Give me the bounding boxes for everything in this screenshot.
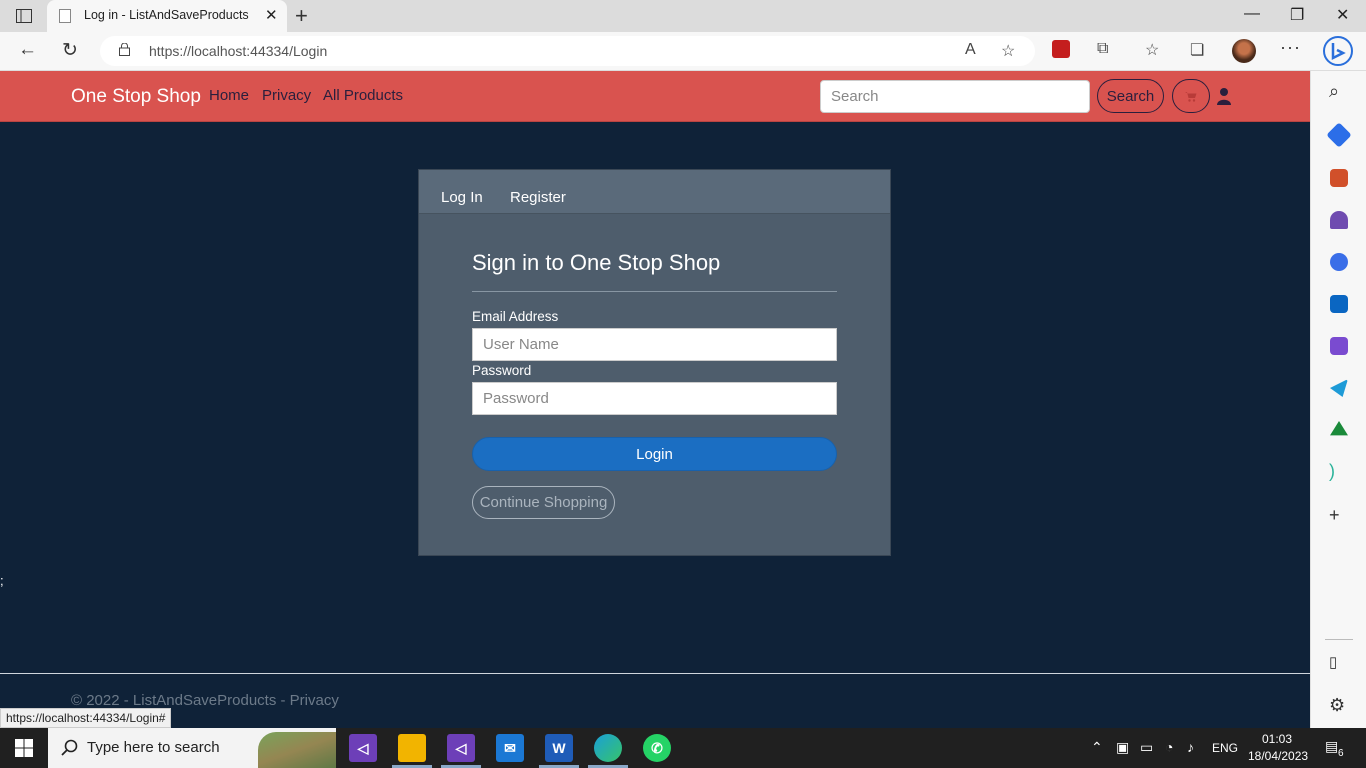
nav-home[interactable]: Home bbox=[209, 87, 249, 104]
lock-icon[interactable] bbox=[119, 43, 130, 56]
taskbar-search-text: Type here to search bbox=[87, 739, 220, 756]
password-field[interactable] bbox=[472, 382, 837, 415]
tab-actions-icon[interactable] bbox=[14, 7, 34, 25]
tab-login[interactable]: Log In bbox=[441, 189, 483, 206]
language-indicator[interactable]: ENG bbox=[1212, 741, 1238, 755]
tools-icon[interactable] bbox=[1330, 169, 1348, 187]
volume-icon[interactable]: ♪ bbox=[1187, 739, 1194, 755]
address-bar[interactable]: https://localhost:44334/Login A ☆ bbox=[100, 36, 1035, 66]
hide-sidebar-icon[interactable]: ▯ bbox=[1329, 653, 1337, 671]
sound-wave-icon[interactable]: ) bbox=[1329, 461, 1335, 482]
page-favicon-icon bbox=[59, 9, 71, 23]
new-tab-icon[interactable]: + bbox=[295, 3, 308, 29]
tray-overflow-icon[interactable]: ⌃ bbox=[1091, 739, 1103, 756]
browser-tab-bar: Log in - ListAndSaveProducts ✕ + — ❐ ✕ bbox=[0, 0, 1366, 32]
tab-register[interactable]: Register bbox=[510, 189, 566, 206]
search-icon[interactable]: ⌕ bbox=[1329, 81, 1339, 102]
url-text[interactable]: https://localhost:44334/Login bbox=[149, 43, 327, 59]
send-icon[interactable] bbox=[1330, 379, 1348, 397]
visual-studio-2-icon[interactable]: ◁ bbox=[447, 734, 475, 762]
user-icon[interactable] bbox=[1216, 87, 1232, 105]
nav-all-products[interactable]: All Products bbox=[323, 87, 403, 104]
acrobat-extension-icon[interactable] bbox=[1052, 40, 1070, 58]
sidebar-divider bbox=[1325, 639, 1353, 640]
footer-divider bbox=[0, 673, 1310, 674]
windows-start-icon[interactable] bbox=[15, 739, 33, 757]
more-options-icon[interactable]: ··· bbox=[1280, 37, 1301, 58]
battery-icon[interactable]: ▭ bbox=[1140, 739, 1153, 756]
site-navbar: One Stop Shop Home Privacy All Products … bbox=[0, 71, 1310, 122]
designer-icon[interactable] bbox=[1330, 337, 1348, 355]
whatsapp-icon[interactable]: ✆ bbox=[643, 734, 671, 762]
login-button[interactable]: Login bbox=[472, 437, 837, 471]
taskbar-search-icon bbox=[61, 739, 78, 756]
edge-sidebar: ⌕ ) + ▯ ⚙ bbox=[1310, 71, 1366, 728]
games-icon[interactable] bbox=[1330, 211, 1348, 229]
search-highlight-image bbox=[258, 732, 336, 768]
bing-chat-icon[interactable] bbox=[1322, 34, 1354, 68]
window-close-icon[interactable]: ✕ bbox=[1336, 5, 1349, 25]
edge-icon[interactable] bbox=[594, 734, 622, 762]
cart-button[interactable] bbox=[1172, 79, 1210, 113]
search-button[interactable]: Search bbox=[1097, 79, 1164, 113]
wifi-icon[interactable]: ◔ bbox=[1165, 739, 1173, 755]
email-field[interactable] bbox=[472, 328, 837, 361]
footer-text: © 2022 - ListAndSaveProducts - Privacy bbox=[71, 692, 339, 709]
tab-close-icon[interactable]: ✕ bbox=[265, 6, 278, 24]
minimize-icon[interactable]: — bbox=[1244, 5, 1260, 23]
notification-count: 6 bbox=[1338, 748, 1344, 759]
tab-title: Log in - ListAndSaveProducts bbox=[84, 8, 249, 22]
password-label: Password bbox=[472, 363, 532, 378]
stray-text: ; bbox=[0, 573, 4, 588]
add-favorite-icon[interactable]: ☆ bbox=[1001, 41, 1015, 61]
outlook-icon[interactable] bbox=[1330, 295, 1348, 313]
file-explorer-icon[interactable] bbox=[398, 734, 426, 762]
add-sidebar-icon[interactable]: + bbox=[1329, 505, 1340, 526]
clock-date[interactable]: 18/04/2023 bbox=[1248, 749, 1308, 763]
back-arrow-icon[interactable]: ← bbox=[18, 39, 37, 61]
restore-icon[interactable]: ❐ bbox=[1290, 5, 1304, 25]
read-aloud-icon[interactable]: A bbox=[965, 41, 976, 59]
settings-gear-icon[interactable]: ⚙ bbox=[1329, 695, 1345, 716]
status-bar-url: https://localhost:44334/Login# bbox=[0, 708, 172, 728]
refresh-icon[interactable]: ↻ bbox=[62, 39, 78, 62]
brand-link[interactable]: One Stop Shop bbox=[71, 86, 201, 108]
login-title: Sign in to One Stop Shop bbox=[472, 250, 721, 275]
login-card: Log In Register Sign in to One Stop Shop… bbox=[418, 169, 891, 556]
collections-icon[interactable]: ❏ bbox=[1190, 40, 1204, 60]
shopping-tag-icon[interactable] bbox=[1326, 122, 1352, 148]
taskbar-search-box[interactable]: Type here to search bbox=[48, 728, 336, 768]
extensions-icon[interactable]: ⧉ bbox=[1097, 40, 1108, 58]
page-viewport: One Stop Shop Home Privacy All Products … bbox=[0, 71, 1310, 728]
search-input[interactable] bbox=[820, 80, 1090, 113]
cart-icon bbox=[1185, 91, 1197, 102]
title-divider bbox=[472, 291, 837, 292]
visual-studio-icon[interactable]: ◁ bbox=[349, 734, 377, 762]
tree-icon[interactable] bbox=[1330, 421, 1348, 436]
word-icon[interactable]: W bbox=[545, 734, 573, 762]
email-label: Email Address bbox=[472, 309, 559, 324]
browser-tab-active[interactable]: Log in - ListAndSaveProducts ✕ bbox=[47, 0, 287, 32]
microsoft365-icon[interactable] bbox=[1330, 253, 1348, 271]
login-tabs: Log In Register bbox=[419, 170, 890, 214]
continue-shopping-button[interactable]: Continue Shopping bbox=[472, 486, 615, 519]
favorites-icon[interactable]: ☆ bbox=[1145, 40, 1159, 60]
clock-time[interactable]: 01:03 bbox=[1262, 732, 1292, 746]
mail-icon[interactable]: ✉ bbox=[496, 734, 524, 762]
nav-privacy[interactable]: Privacy bbox=[262, 87, 311, 104]
profile-avatar[interactable] bbox=[1232, 39, 1256, 63]
browser-toolbar: ← ↻ https://localhost:44334/Login A ☆ ⧉ … bbox=[0, 32, 1366, 71]
windows-taskbar: Type here to search ◁ ◁ ✉ W ✆ ⌃ ▣ ▭ ◔ ♪ … bbox=[0, 728, 1366, 768]
meet-now-icon[interactable]: ▣ bbox=[1116, 739, 1129, 756]
notifications-icon[interactable]: ▤ bbox=[1325, 738, 1338, 755]
